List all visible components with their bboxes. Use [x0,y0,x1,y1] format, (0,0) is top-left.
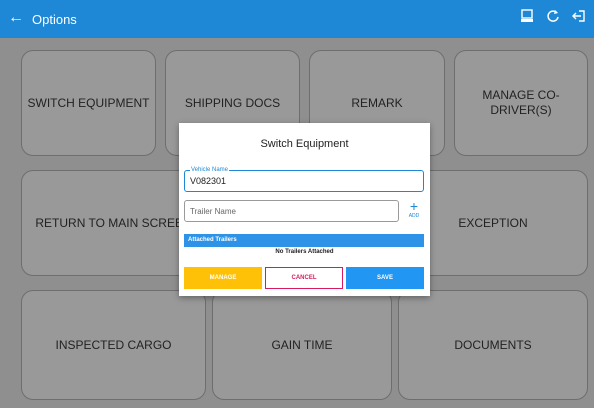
vehicle-name-value[interactable]: V082301 [190,176,226,186]
vehicle-name-label: Vehicle Name [190,166,230,174]
page-title: Options [32,12,77,27]
cancel-button[interactable]: CANCEL [265,267,343,289]
manage-co-drivers-tile[interactable]: MANAGE CO-DRIVER(S) [454,50,588,156]
add-label: ADD [408,213,420,219]
vehicle-name-field[interactable]: Vehicle Name V082301 [184,166,424,192]
refresh-icon[interactable] [546,9,560,23]
appbar-actions [520,9,586,23]
attached-trailers-header: Attached Trailers [184,234,424,247]
inspected-cargo-tile[interactable]: INSPECTED CARGO [21,290,206,400]
gain-time-tile[interactable]: GAIN TIME [212,290,392,400]
back-arrow-icon[interactable]: ← [8,9,24,27]
dialog-title: Switch Equipment [260,138,349,150]
save-button[interactable]: SAVE [346,267,424,289]
attached-trailers-label: Attached Trailers [188,237,237,243]
logout-icon[interactable] [572,9,586,23]
no-trailers-text: No Trailers Attached [275,249,334,255]
trailer-name-field[interactable] [184,200,399,222]
documents-tile[interactable]: DOCUMENTS [398,290,588,400]
add-trailer-button[interactable]: + ADD [405,198,423,220]
manage-button[interactable]: MANAGE [184,267,262,289]
device-icon[interactable] [520,9,534,23]
switch-equipment-dialog: Switch Equipment Vehicle Name V082301 + … [179,123,430,296]
switch-equipment-tile[interactable]: SWITCH EQUIPMENT [21,50,156,156]
plus-icon: + [409,198,419,214]
trailer-name-input[interactable] [190,205,390,217]
app-bar: ← Options [0,0,594,38]
